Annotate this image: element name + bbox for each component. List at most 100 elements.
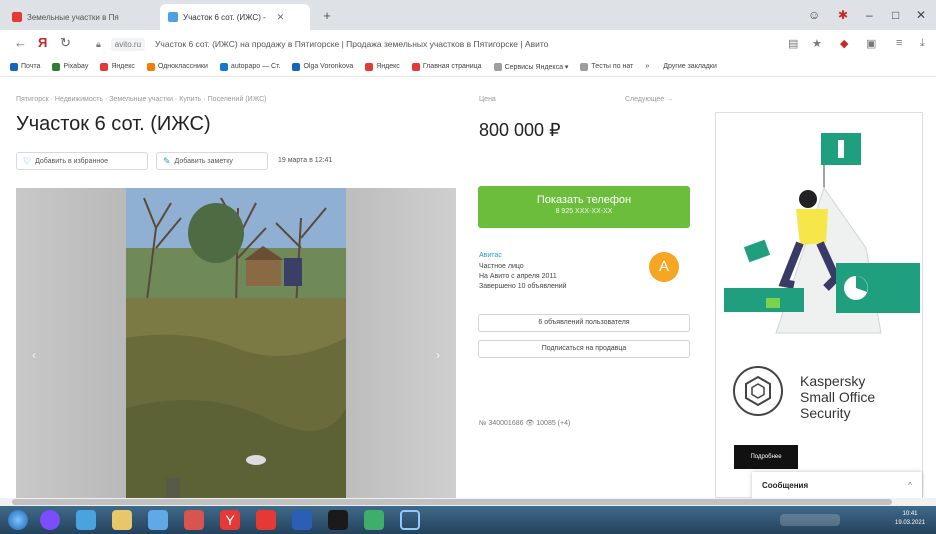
next-listing-link[interactable]: Следующее → — [625, 96, 673, 103]
browser-toolbar: ← Я ↻ 🔒︎ avito.ru Участок 6 сот. (ИЖС) н… — [0, 30, 936, 57]
close-window-button[interactable]: ✕ — [916, 8, 926, 22]
bookmark-favicon — [100, 62, 109, 71]
taskbar-folder-icon[interactable] — [112, 510, 132, 530]
bookmark-item[interactable]: Тесты по нат — [580, 62, 634, 71]
seller-listings-button[interactable]: 6 объявлений пользователя — [478, 314, 690, 332]
browser-tab-strip: Земельные участки в Пя Участок 6 сот. (И… — [0, 0, 936, 30]
seller-name[interactable]: Авитас — [479, 252, 502, 259]
bookmark-item[interactable]: Olga Voronkova — [292, 62, 354, 71]
taskbar-ie-icon[interactable] — [76, 510, 96, 530]
address-bar[interactable]: 🔒︎ avito.ru Участок 6 сот. (ИЖС) на прод… — [96, 34, 751, 54]
show-phone-button[interactable]: Показать телефон 8 925 XXX-XX-XX — [478, 186, 690, 228]
ad-details-button[interactable]: Подробнее — [734, 445, 798, 469]
profile-icon[interactable]: ☺ — [808, 8, 820, 22]
other-bookmarks[interactable]: Другие закладки — [663, 63, 717, 70]
scrollbar-thumb[interactable] — [12, 499, 892, 505]
avito-favicon — [168, 12, 178, 22]
bookmark-item[interactable]: Pixabay — [52, 62, 89, 71]
taskbar-clock[interactable]: 10:41 19.03.2021 — [895, 510, 925, 528]
start-button[interactable] — [8, 510, 28, 530]
note-icon: ✎ — [163, 155, 171, 166]
taskbar-app-icon[interactable] — [40, 510, 60, 530]
taskbar-word-icon[interactable] — [292, 510, 312, 530]
breadcrumb[interactable]: Пятигорск · Недвижимость · Земельные уча… — [16, 96, 266, 103]
ad-illustration — [724, 133, 920, 334]
bookmark-favicon — [580, 62, 589, 71]
reload-icon[interactable]: ↻ — [60, 35, 71, 51]
bookmark-list: Почта Pixabay Яндекс Одноклассники autopapo … — [10, 62, 645, 71]
menu-icon[interactable]: ≡ — [896, 37, 902, 49]
bookmark-label: Почта — [21, 63, 41, 70]
bookmark-favicon — [411, 62, 420, 71]
address-domain: avito.ru — [110, 37, 146, 51]
bookmark-favicon — [146, 62, 155, 71]
download-icon[interactable]: ⤓ — [920, 37, 925, 50]
bookmark-favicon — [219, 62, 228, 71]
taskbar-yandex-icon[interactable]: Y — [220, 510, 240, 530]
page-content: Пятигорск · Недвижимость · Земельные уча… — [0, 78, 936, 498]
add-favorite-label: Добавить в избранное — [35, 157, 108, 165]
bookmark-label: Тесты по нат — [591, 63, 634, 70]
tab-land-plots[interactable]: Земельные участки в Пя — [4, 4, 159, 30]
subscribe-button[interactable]: Подписаться на продавца — [478, 340, 690, 358]
add-note-button[interactable]: ✎ Добавить заметку — [156, 152, 268, 170]
bookmarks-bar: Почта Pixabay Яндекс Одноклассники autopapo … — [0, 57, 936, 77]
taskbar-app-icon[interactable] — [400, 510, 420, 530]
protect-icon[interactable]: ◆ — [840, 37, 848, 50]
gallery-blur-right — [346, 188, 456, 498]
ad-brand-line: Small Office — [800, 389, 876, 405]
bookmarks-more-icon[interactable]: » — [645, 63, 649, 70]
bookmark-label: Pixabay — [63, 63, 89, 70]
add-note-label: Добавить заметку — [174, 157, 233, 165]
bookmark-item[interactable]: Одноклассники — [146, 62, 208, 71]
new-tab-button[interactable]: + — [318, 7, 336, 25]
bookmark-item[interactable]: Почта — [10, 62, 41, 71]
ad-banner[interactable]: Kaspersky Small Office Security Подробне… — [715, 112, 923, 498]
minimize-button[interactable]: – — [866, 8, 873, 22]
taskbar-app-icon[interactable] — [328, 510, 348, 530]
bookmark-label: Главная страница — [422, 63, 482, 70]
gallery-blur-left — [16, 188, 126, 498]
heart-icon: ♡ — [23, 155, 32, 166]
bookmark-label: Olga Voronkova — [303, 63, 354, 70]
add-favorite-button[interactable]: ♡ Добавить в избранное — [16, 152, 148, 170]
bookmark-favicon — [365, 62, 374, 71]
listing-date: 19 марта в 12:41 — [278, 157, 333, 164]
yandex-icon[interactable]: Я — [38, 35, 47, 50]
taskbar-app-icon[interactable] — [184, 510, 204, 530]
prev-photo-icon[interactable]: ‹ — [32, 348, 36, 362]
bookmark-item[interactable]: Яндекс — [100, 62, 135, 71]
tab-label: Участок 6 сот. (ИЖС) - — [183, 12, 266, 22]
price-label: Цена — [479, 96, 496, 103]
taskbar-app-icon[interactable] — [148, 510, 168, 530]
bookmark-icon[interactable]: ★ — [812, 37, 822, 50]
seller-type: Частное лицо — [479, 263, 524, 270]
extensions-icon[interactable]: ▣ — [866, 37, 876, 50]
taskbar-app-icon[interactable] — [256, 510, 276, 530]
reader-icon[interactable]: ▤ — [788, 37, 798, 50]
kaspersky-logo-icon — [733, 366, 783, 416]
bookmark-item[interactable]: Сервисы Яндекса ▾ — [493, 62, 568, 71]
photo-gallery[interactable]: ‹ › — [16, 188, 456, 498]
extension-icon[interactable]: ✱ — [838, 8, 848, 22]
clock-date: 19.03.2021 — [895, 520, 926, 526]
bookmark-item[interactable]: autopapo — Ст. — [219, 62, 280, 71]
taskbar-app-icon[interactable] — [364, 510, 384, 530]
horizontal-scrollbar[interactable] — [0, 498, 936, 506]
close-tab-icon[interactable]: ✕ — [277, 12, 285, 23]
ad-brand-line: Security — [800, 405, 851, 421]
bookmark-item[interactable]: Главная страница — [411, 62, 482, 71]
chevron-up-icon[interactable]: ^ — [908, 481, 912, 490]
ad-brand-line: Kaspersky — [800, 373, 866, 389]
chat-widget[interactable]: Сообщения ^ — [752, 472, 922, 498]
page-title: Участок 6 сот. (ИЖС) — [16, 113, 211, 135]
tab-listing[interactable]: Участок 6 сот. (ИЖС) - ✕ — [160, 4, 310, 30]
bookmark-item[interactable]: Яндекс — [365, 62, 400, 71]
plot-photo[interactable] — [126, 188, 346, 498]
tray-icons[interactable] — [780, 514, 840, 526]
back-icon[interactable]: ← — [14, 35, 27, 50]
seller-completed: Завершено 10 объявлений — [479, 283, 567, 290]
avatar[interactable]: А — [649, 252, 679, 282]
maximize-button[interactable]: □ — [892, 8, 899, 22]
next-photo-icon[interactable]: › — [436, 348, 440, 362]
